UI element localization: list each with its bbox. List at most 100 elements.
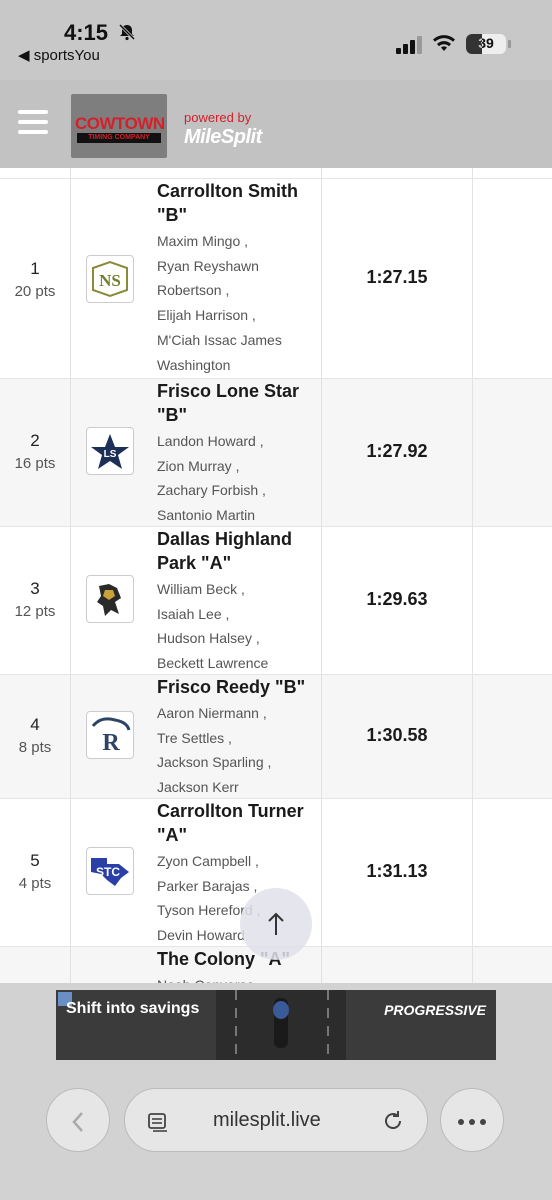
place-points: 16 pts [14, 455, 56, 472]
back-button[interactable] [46, 1088, 110, 1152]
table-row[interactable]: 3 12 pts Dallas Highland Park "A" Willia… [0, 526, 552, 674]
athlete-name[interactable]: Isaiah Lee , [157, 602, 317, 627]
column-divider [70, 799, 71, 946]
table-row[interactable]: 1 20 pts NS Carrollton Smith "B" Maxim M… [0, 178, 552, 378]
cowtown-logo[interactable]: COWTOWN TIMING COMPANY [71, 94, 167, 158]
athlete-name[interactable]: Landon Howard , [157, 429, 317, 454]
results-table: 1 20 pts NS Carrollton Smith "B" Maxim M… [0, 168, 552, 983]
menu-icon[interactable] [18, 110, 48, 136]
athlete-list: Noah Converse , [157, 973, 317, 983]
ns-team-logo-icon: NS [86, 255, 134, 303]
site-header: COWTOWN TIMING COMPANY powered by MileSp… [0, 80, 552, 168]
cellular-signal-icon [396, 36, 424, 54]
team-name[interactable]: Carrollton Smith "B" [157, 179, 317, 227]
result-time: 1:30.58 [366, 725, 428, 745]
athlete-name[interactable]: Zyon Campbell , [157, 849, 317, 874]
browser-toolbar: milesplit.live [0, 1060, 552, 1200]
result-time: 1:29.63 [366, 589, 428, 609]
battery-indicator: 39 [466, 34, 506, 54]
place-cell: 1 20 pts [0, 259, 70, 300]
athlete-list: Maxim Mingo , Ryan Reyshawn Robertson , … [157, 229, 317, 377]
svg-text:NS: NS [99, 271, 121, 290]
svg-text:LS: LS [104, 449, 117, 460]
team-name[interactable]: Dallas Highland Park "A" [157, 527, 317, 575]
place-cell: 4 8 pts [0, 715, 70, 756]
athlete-name[interactable]: Jackson Sparling , [157, 750, 317, 775]
athlete-name[interactable]: Santonio Martin [157, 503, 317, 528]
url-text[interactable]: milesplit.live [213, 1109, 321, 1132]
athlete-list: Landon Howard , Zion Murray , Zachary Fo… [157, 429, 317, 528]
athlete-name[interactable]: Beckett Lawrence [157, 651, 317, 676]
athlete-list: Aaron Niermann , Tre Settles , Jackson S… [157, 701, 317, 800]
place-number: 3 [30, 579, 40, 598]
reedy-logo-icon: R [86, 711, 134, 759]
athlete-name[interactable]: Tre Settles , [157, 726, 317, 751]
ad-brand: PROGRESSIVE [384, 1002, 486, 1018]
back-to-app-link[interactable]: ◀ sportsYou [18, 46, 100, 64]
chevron-left-icon [72, 1111, 83, 1132]
athlete-name[interactable]: Washington [157, 353, 317, 378]
reload-icon[interactable] [381, 1109, 405, 1138]
result-time: 1:31.13 [366, 861, 428, 881]
highland-park-logo-icon [86, 575, 134, 623]
athlete-name[interactable]: William Beck , [157, 577, 317, 602]
athlete-name[interactable]: Elijah Harrison , [157, 303, 317, 328]
ad-banner[interactable]: Shift into savings PROGRESSIVE [56, 990, 496, 1060]
athlete-list: William Beck , Isaiah Lee , Hudson Halse… [157, 577, 317, 676]
wifi-icon [432, 33, 456, 58]
athlete-name[interactable]: Noah Converse , [157, 973, 317, 983]
ad-headline: Shift into savings [66, 1000, 200, 1017]
place-points: 20 pts [14, 283, 56, 300]
column-divider [70, 379, 71, 526]
svg-text:R: R [102, 730, 120, 756]
status-time: 4:15 [64, 20, 109, 45]
athlete-name[interactable]: Zachary Forbish , [157, 478, 317, 503]
logo-text: COWTOWN [75, 114, 165, 133]
battery-cap [508, 40, 511, 48]
milesplit-logo[interactable]: MileSplit [184, 126, 262, 149]
bell-muted-icon [118, 23, 136, 46]
place-cell: 5 4 pts [0, 851, 70, 892]
column-divider [70, 947, 71, 983]
result-time: 1:27.92 [366, 441, 428, 461]
column-divider [472, 379, 473, 526]
column-divider [472, 179, 473, 378]
place-points: 8 pts [18, 739, 52, 756]
svg-text:STC: STC [96, 865, 120, 879]
result-time: 1:27.15 [366, 267, 428, 287]
column-divider [472, 675, 473, 798]
place-number: 1 [30, 259, 40, 278]
athlete-name[interactable]: Jackson Kerr [157, 775, 317, 800]
team-name[interactable]: Frisco Reedy "B" [157, 675, 317, 699]
table-row[interactable]: 2 16 pts LS Frisco Lone Star "B" Landon … [0, 378, 552, 526]
place-points: 12 pts [14, 603, 56, 620]
team-name[interactable]: Carrollton Turner "A" [157, 799, 317, 847]
column-divider [472, 947, 473, 983]
more-options-button[interactable] [440, 1088, 504, 1152]
place-number: 5 [30, 851, 40, 870]
place-cell: 3 12 pts [0, 579, 70, 620]
athlete-name[interactable]: Aaron Niermann , [157, 701, 317, 726]
athlete-name[interactable]: Robertson , [157, 278, 317, 303]
status-bar: 4:15 ◀ sportsYou 39 [0, 0, 552, 80]
column-divider [472, 799, 473, 946]
battery-level: 39 [478, 35, 494, 51]
table-row[interactable]: 4 8 pts R Frisco Reedy "B" Aaron Nierman… [0, 674, 552, 798]
place-cell: 2 16 pts [0, 431, 70, 472]
column-divider [70, 179, 71, 378]
scroll-to-top-button[interactable] [240, 888, 312, 960]
address-bar[interactable]: milesplit.live [124, 1088, 428, 1152]
athlete-name[interactable]: Maxim Mingo , [157, 229, 317, 254]
athlete-name[interactable]: M'Ciah Issac James [157, 328, 317, 353]
column-divider [70, 527, 71, 674]
column-divider [70, 675, 71, 798]
team-name[interactable]: Frisco Lone Star "B" [157, 379, 317, 427]
athlete-name[interactable]: Ryan Reyshawn [157, 254, 317, 279]
ad-road-image [216, 990, 346, 1060]
page-menu-icon[interactable] [147, 1111, 169, 1138]
athlete-name[interactable]: Zion Murray , [157, 454, 317, 479]
place-number: 2 [30, 431, 40, 450]
athlete-name[interactable]: Hudson Halsey , [157, 626, 317, 651]
more-dots-icon [458, 1118, 486, 1125]
logo-subtext: TIMING COMPANY [77, 133, 161, 143]
